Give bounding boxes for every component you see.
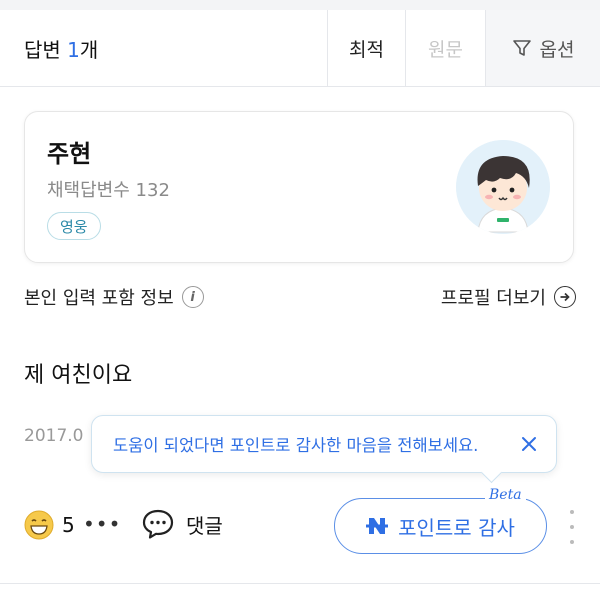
bottom-divider <box>0 583 600 584</box>
self-input-info-label: 본인 입력 포함 정보 <box>24 288 174 309</box>
naver-n-icon <box>366 518 389 534</box>
grinning-face-icon <box>24 510 54 540</box>
answers-header: 답변 1개 최적 원문 옵션 <box>0 10 600 87</box>
comment-label: 댓글 <box>186 513 223 538</box>
answers-count: 답변 1개 <box>24 34 98 63</box>
info-icon[interactable]: i <box>181 286 204 308</box>
sort-original-label: 원문 <box>428 38 463 61</box>
answers-number: 1 <box>67 38 80 62</box>
rank-badge: 영웅 <box>47 212 101 240</box>
speech-bubble-icon <box>142 509 174 539</box>
sort-best-tab[interactable]: 최적 <box>327 10 405 86</box>
answers-unit: 개 <box>79 38 99 62</box>
adopted-answers: 채택답변수 132 <box>47 176 170 202</box>
adopted-label: 채택답변수 <box>47 180 130 201</box>
point-thanks-label: 포인트로 감사 <box>398 515 515 540</box>
tooltip-tail <box>480 461 503 484</box>
point-tooltip: 도움이 되었다면 포인트로 감사한 마음을 전해보세요. <box>91 415 557 484</box>
answers-label: 답변 <box>24 38 61 62</box>
more-profile-link[interactable]: 프로필 더보기 <box>441 284 576 310</box>
avatar-illustration <box>456 140 550 234</box>
self-input-info[interactable]: 본인 입력 포함 정보 i <box>24 284 204 310</box>
filter-icon <box>512 40 531 56</box>
arrow-right-circle-icon <box>554 286 576 308</box>
reaction-count: 5 <box>62 513 75 537</box>
tooltip-message: 도움이 되었다면 포인트로 감사한 마음을 전해보세요. <box>113 436 479 455</box>
close-icon[interactable] <box>520 435 538 453</box>
more-reactions-button[interactable]: ••• <box>83 512 121 536</box>
beta-tag: Beta <box>485 487 526 503</box>
sort-original-tab[interactable]: 원문 <box>405 10 485 86</box>
adopted-count: 132 <box>135 180 170 201</box>
answer-body: 제 여친이요 <box>24 363 133 388</box>
profile-card[interactable]: 주현 채택답변수 132 영웅 <box>24 111 574 263</box>
vertical-dots-icon[interactable] <box>567 510 577 544</box>
reaction-button[interactable]: 5 <box>24 510 75 540</box>
sort-best-label: 최적 <box>349 38 384 61</box>
more-profile-label: 프로필 더보기 <box>440 288 546 309</box>
options-button[interactable]: 옵션 <box>485 10 600 86</box>
point-thanks-button[interactable]: 포인트로 감사 <box>334 498 547 554</box>
options-label: 옵션 <box>539 38 575 61</box>
comment-button[interactable]: 댓글 <box>141 508 223 540</box>
avatar[interactable] <box>456 140 550 234</box>
rank-badge-label: 영웅 <box>60 217 88 236</box>
user-name[interactable]: 주현 <box>47 134 91 169</box>
answer-date: 2017.0 <box>24 426 84 446</box>
